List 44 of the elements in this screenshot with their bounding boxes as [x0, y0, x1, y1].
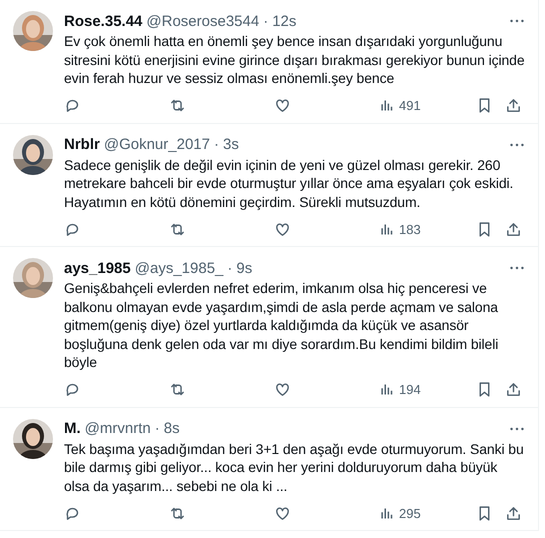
- heart-icon[interactable]: [274, 504, 291, 522]
- bar-chart-icon[interactable]: [379, 506, 394, 520]
- more-icon[interactable]: [510, 266, 524, 270]
- view-count: 491: [399, 98, 421, 113]
- user-name[interactable]: Nrblr: [64, 136, 100, 153]
- heart-icon[interactable]: [274, 97, 291, 114]
- user-name[interactable]: ays_1985: [64, 260, 131, 276]
- timestamp[interactable]: 12s: [272, 12, 296, 30]
- more-icon[interactable]: [510, 142, 524, 146]
- more-icon[interactable]: [510, 426, 524, 430]
- timestamp[interactable]: 3s: [222, 136, 239, 153]
- user-handle[interactable]: @Goknur_2017: [104, 136, 210, 153]
- separator-dot: ·: [227, 260, 232, 276]
- share-icon[interactable]: [505, 220, 522, 238]
- tweet-text: Sadece genişlik de değil evin içinin de yeni ve güzel olması gerekir. 260 metrekare bahceli bir evde oturmuştur yıllar önce ama eşyaları çok eskidi. Hayatımın en kötü dönemini geçirdim. Sürekli mutsuzdum.: [64, 156, 514, 211]
- view-count: 194: [399, 382, 421, 397]
- reply-icon[interactable]: [64, 97, 81, 114]
- tweet-text: Ev çok önemli hatta en önemli şey bence insan dışarıdaki yorgunluğunu sitresini kötü enerjisini evine girince dışarı bırakması gerekiyor bunun içinde evin ferah huzur ve sessiz olması enönemli.şey bence: [64, 32, 526, 88]
- separator-dot: ·: [154, 420, 160, 437]
- separator-dot: ·: [263, 12, 268, 30]
- share-icon[interactable]: [505, 504, 522, 522]
- retweet-icon[interactable]: [169, 97, 186, 114]
- view-count: 183: [399, 222, 421, 236]
- user-handle[interactable]: @mrvnrtn: [84, 420, 151, 437]
- bar-chart-icon[interactable]: [379, 222, 394, 236]
- user-name[interactable]: Rose.35.44: [64, 12, 142, 30]
- more-icon[interactable]: [510, 19, 524, 23]
- tweet-text: Geniş&bahçeli evlerden nefret ederim, imkanım olsa hiç penceresi ve balkonu olmayan evde yaşardım,şimdi de asla perde açmam ve salona gitmem(geniş diye) özel yurtlarda kaldığımda da küçük ve asansör boşluğuna denk gelen oda var mı diye sorardım.Bu kendimi bildim bileli böyle: [64, 279, 500, 372]
- timestamp[interactable]: 9s: [236, 260, 252, 276]
- timestamp[interactable]: 8s: [164, 420, 180, 437]
- heart-icon[interactable]: [274, 220, 291, 238]
- user-name[interactable]: M.: [64, 420, 81, 437]
- tweet-text: Tek başıma yaşadığımdan beri 3+1 den aşağı evde oturmuyorum. Sanki bu bile darmış gibi geliyor... koca evin her yerini dolduruyorum daha büyük olsa da yaşarım... sebebi ne ola ki ...: [64, 440, 525, 495]
- view-count: 295: [399, 506, 421, 520]
- bar-chart-icon[interactable]: [379, 382, 394, 397]
- share-icon[interactable]: [505, 381, 522, 398]
- heart-icon[interactable]: [274, 381, 291, 398]
- user-handle[interactable]: @Roserose3544: [146, 12, 260, 30]
- retweet-icon[interactable]: [169, 381, 186, 398]
- reply-icon[interactable]: [64, 381, 81, 398]
- bar-chart-icon[interactable]: [379, 98, 394, 113]
- separator-dot: ·: [214, 136, 219, 153]
- user-handle[interactable]: @ays_1985_: [134, 260, 224, 276]
- share-icon[interactable]: [505, 97, 522, 114]
